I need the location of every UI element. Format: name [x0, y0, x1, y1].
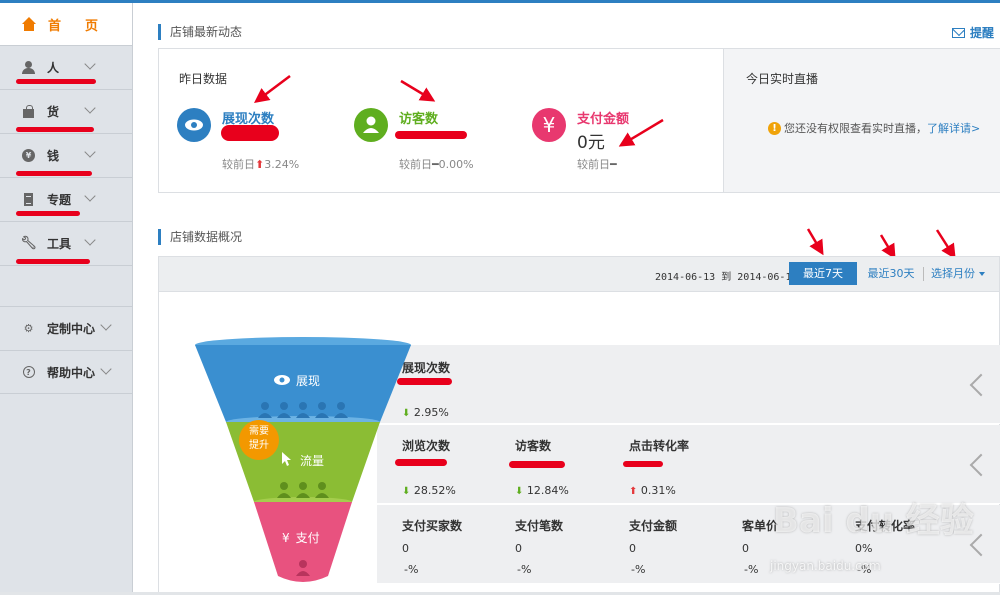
- section-title-overview: 店铺数据概况: [158, 229, 242, 245]
- cursor-icon: [282, 452, 292, 469]
- sidebar-item-people[interactable]: 人: [0, 45, 132, 89]
- redaction-scribble: [623, 461, 663, 467]
- document-icon: [22, 193, 35, 206]
- yuan-coin-icon: ¥: [22, 149, 35, 162]
- sidebar-item-label: 货: [47, 105, 60, 119]
- caret-down-icon: [979, 272, 985, 276]
- main-content: 店铺最新动态 提醒 昨日数据 展现次数 较前日⬆3.24% 访客数 较前日━0.…: [133, 3, 1000, 595]
- conversion-funnel: 展现 流量 ¥ 支付 需要 提升: [194, 336, 414, 586]
- redaction-scribble: [509, 461, 565, 468]
- stat-change: -%: [631, 563, 646, 576]
- stat-value: 0: [742, 542, 749, 555]
- chevron-down-icon: [84, 190, 96, 202]
- stat-change: -%: [517, 563, 532, 576]
- stat-name: 支付金额: [629, 519, 678, 533]
- overview-body: 展现次数 ⬇ 2.95% 浏览次数 ⬇ 28.52% 访客数 ⬇ 12.84% …: [158, 292, 1000, 595]
- sidebar-item-money[interactable]: ¥ 钱: [0, 133, 132, 177]
- sidebar-item-label: 帮助中心: [47, 365, 96, 380]
- sidebar-item-label: 定制中心: [47, 322, 96, 336]
- annotation-underline: [16, 171, 92, 176]
- chevron-down-icon: [84, 58, 96, 70]
- date-toolbar: 2014-06-13 到 2014-06-19 最近7天 最近30天 选择月份: [158, 256, 1000, 292]
- home-icon: [22, 17, 36, 31]
- stat-name: 访客数: [515, 439, 552, 453]
- chevron-down-icon: [84, 102, 96, 114]
- funnel-stage-traffic: 流量: [282, 452, 324, 469]
- help-icon: ?: [22, 366, 35, 378]
- yuan-icon: ¥: [282, 530, 290, 545]
- stat-col: 支付金额 0 -%: [629, 517, 677, 576]
- annotation-underline: [16, 259, 90, 264]
- sidebar-item-topics[interactable]: 专题: [0, 177, 132, 221]
- stat-change: ⬇ 12.84%: [515, 484, 569, 497]
- annotation-underline: [16, 211, 80, 216]
- baidu-watermark: Bai du 经验: [773, 501, 974, 541]
- chevron-down-icon: [84, 234, 96, 246]
- annotation-underline: [16, 127, 94, 132]
- chevron-down-icon: [100, 319, 112, 331]
- stat-value: 0: [515, 542, 522, 555]
- sidebar-spacer: [0, 265, 132, 306]
- select-month-dropdown[interactable]: 选择月份: [931, 262, 1000, 285]
- funnel-stage-payment: ¥ 支付: [282, 530, 320, 546]
- annotation-underline: [16, 79, 96, 84]
- last-7-days-button[interactable]: 最近7天: [789, 262, 857, 285]
- sidebar-item-label: 工具: [47, 237, 72, 251]
- sidebar-item-label: 钱: [47, 149, 60, 163]
- last-30-days-button[interactable]: 最近30天: [864, 262, 918, 285]
- bag-icon: [22, 105, 35, 118]
- chevron-left-icon[interactable]: [969, 373, 993, 397]
- eye-icon: [274, 374, 290, 388]
- needs-improvement-badge: 需要 提升: [239, 420, 279, 460]
- wrench-icon: 🔧︎: [20, 236, 37, 251]
- stat-name: 点击转化率: [629, 439, 690, 453]
- sidebar-item-goods[interactable]: 货: [0, 89, 132, 133]
- sidebar: 首页 人 货 ¥ 钱 专题 🔧︎ 工具 ⚙ 定制中心 ? 帮助中心: [0, 3, 133, 595]
- stat-value: 0%: [855, 542, 873, 555]
- gear-icon: ⚙: [23, 322, 34, 335]
- stat-change: ⬆ 0.31%: [629, 484, 676, 497]
- overview-row-impressions[interactable]: 展现次数 ⬇ 2.95%: [377, 345, 1000, 424]
- stat-value: 0: [629, 542, 636, 555]
- sidebar-item-label: 人: [47, 61, 60, 75]
- sidebar-item-help-center[interactable]: ? 帮助中心: [0, 350, 132, 394]
- divider: [923, 267, 924, 281]
- sidebar-item-tools[interactable]: 🔧︎ 工具: [0, 221, 132, 265]
- sidebar-item-label: 专题: [47, 193, 72, 207]
- date-range: 2014-06-13 到 2014-06-19: [655, 272, 798, 283]
- person-icon: [22, 61, 35, 74]
- stat-col: 点击转化率 ⬆ 0.31%: [629, 437, 689, 497]
- chevron-left-icon[interactable]: [969, 453, 993, 477]
- chevron-down-icon: [84, 146, 96, 158]
- baidu-watermark-url: jingyan.baidu.com: [770, 559, 881, 573]
- funnel-stage-impressions: 展现: [274, 372, 320, 389]
- stat-name: 支付笔数: [515, 519, 564, 533]
- stat-col: 支付笔数 0 -%: [515, 517, 563, 576]
- sidebar-item-home[interactable]: 首页: [0, 3, 132, 45]
- sidebar-item-label: 首页: [48, 18, 123, 34]
- sidebar-item-custom-center[interactable]: ⚙ 定制中心: [0, 306, 132, 350]
- chevron-down-icon: [100, 363, 112, 375]
